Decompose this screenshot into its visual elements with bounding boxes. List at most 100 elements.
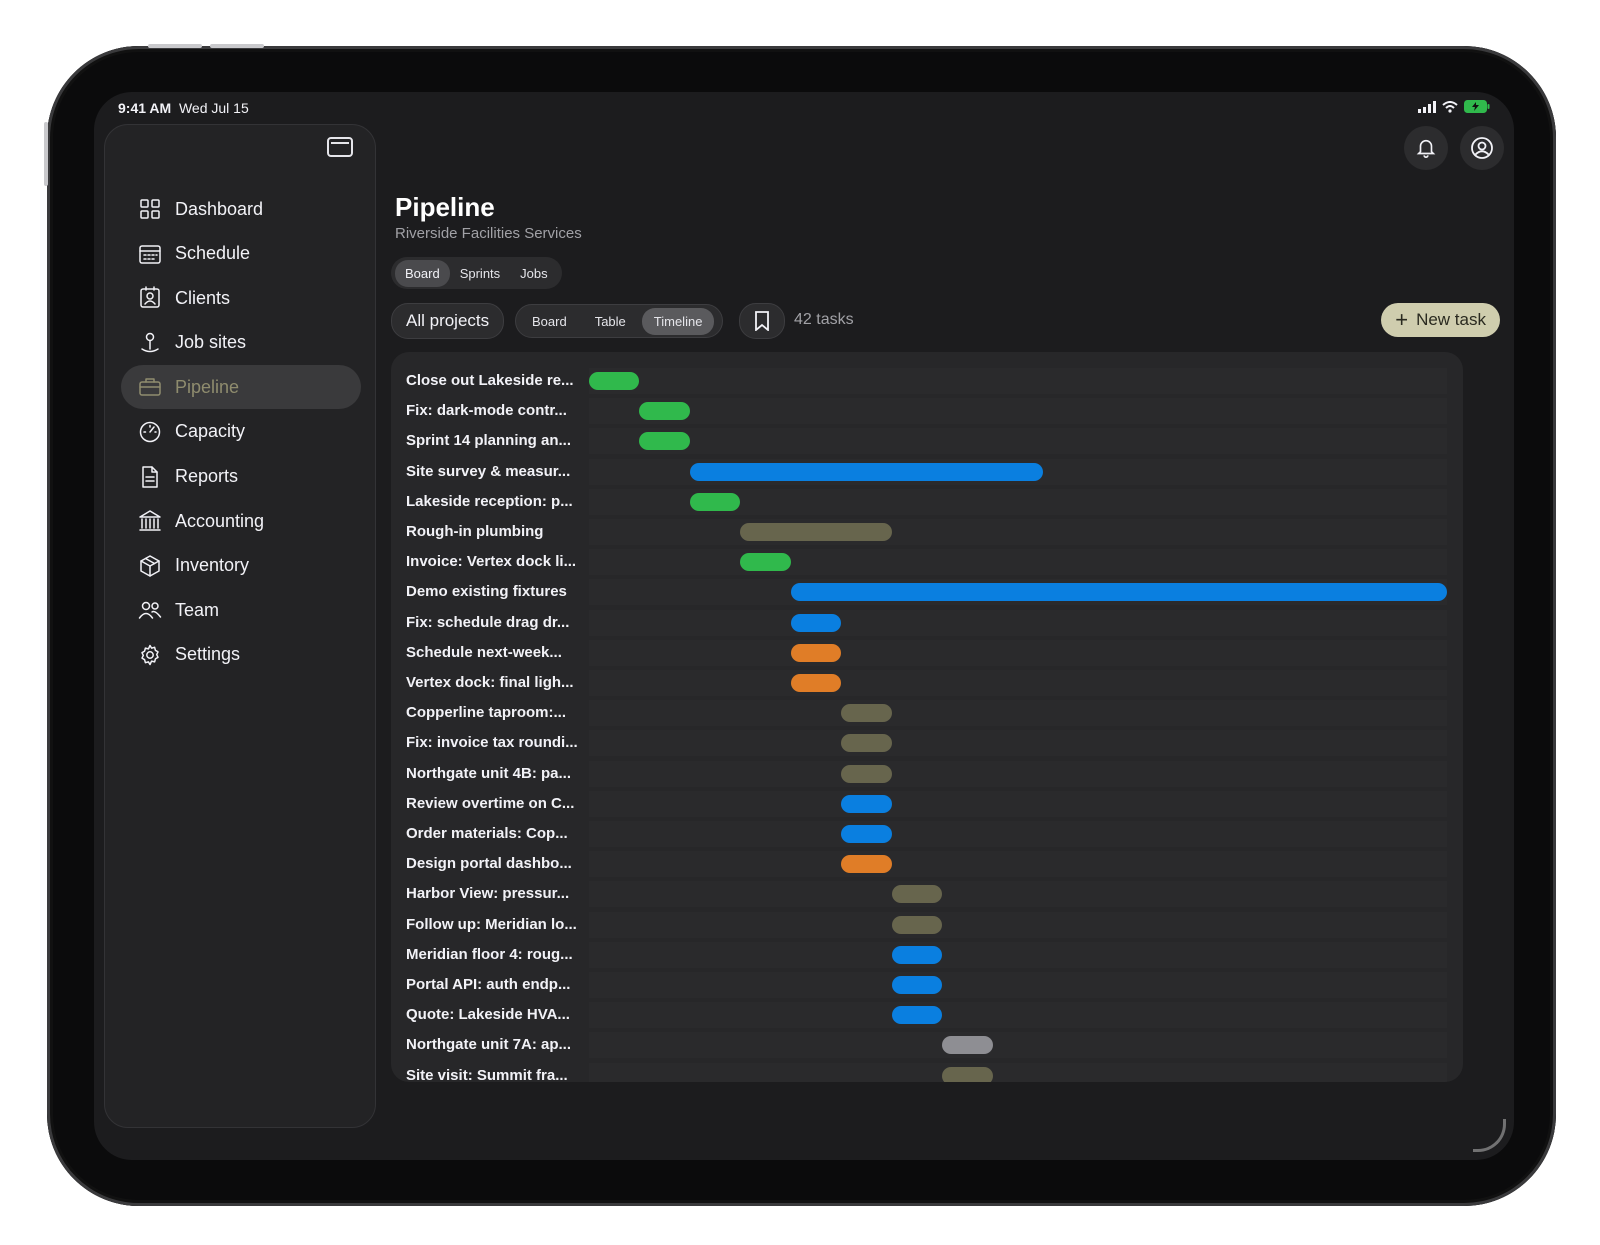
timeline-row[interactable]: Sprint 14 planning an... xyxy=(391,426,1463,456)
timeline-row[interactable]: Quote: Lakeside HVA... xyxy=(391,1000,1463,1030)
timeline-row[interactable]: Site survey & measur... xyxy=(391,457,1463,487)
task-bar[interactable] xyxy=(689,492,741,511)
task-bar[interactable] xyxy=(891,915,943,934)
wifi-icon xyxy=(1442,100,1458,113)
timeline-row[interactable]: Demo existing fixtures xyxy=(391,577,1463,607)
sidebar-item-label: Pipeline xyxy=(175,376,240,397)
timeline-track xyxy=(589,609,1447,636)
timeline-track xyxy=(589,851,1447,878)
timeline-row[interactable]: Invoice: Vertex dock li... xyxy=(391,547,1463,577)
task-bar[interactable] xyxy=(942,1036,993,1055)
page-subtitle: Riverside Facilities Services xyxy=(395,225,582,242)
timeline-track xyxy=(589,579,1447,606)
task-bar[interactable] xyxy=(891,976,943,994)
task-bar[interactable] xyxy=(841,855,892,874)
volume-button xyxy=(210,44,264,48)
task-bar[interactable] xyxy=(841,704,892,723)
layout-board[interactable]: Board xyxy=(520,308,579,335)
task-count: 42 tasks xyxy=(794,311,854,328)
task-bar[interactable] xyxy=(841,764,892,783)
new-task-button[interactable]: + New task xyxy=(1381,303,1500,337)
sidebar-item-inventory[interactable]: Inventory xyxy=(121,544,361,588)
sidebar-nav: Dashboard Schedule Clients Job sites Pipelin… xyxy=(121,187,361,678)
timeline-track xyxy=(589,1062,1447,1082)
sidebar-item-job-sites[interactable]: Job sites xyxy=(121,321,361,365)
timeline-row[interactable]: Design portal dashbo... xyxy=(391,849,1463,879)
status-bar: 9:41 AM Wed Jul 15 xyxy=(118,100,1490,120)
sidebar: Dashboard Schedule Clients Job sites Pipelin… xyxy=(104,124,376,1128)
notifications-button[interactable] xyxy=(1404,126,1448,170)
task-bar[interactable] xyxy=(740,553,791,572)
task-bar[interactable] xyxy=(891,1006,943,1025)
timeline-row[interactable]: Portal API: auth endp... xyxy=(391,970,1463,1000)
layout-table[interactable]: Table xyxy=(583,308,638,335)
timeline-row[interactable]: Fix: schedule drag dr... xyxy=(391,608,1463,638)
task-bar[interactable] xyxy=(891,945,943,964)
sidebar-item-pipeline[interactable]: Pipeline xyxy=(121,365,361,410)
task-label: Rough-in plumbing xyxy=(406,523,544,540)
gauge-icon xyxy=(137,419,163,445)
sidebar-item-team[interactable]: Team xyxy=(121,588,361,632)
task-label: Review overtime on C... xyxy=(406,794,575,812)
timeline-track xyxy=(589,790,1447,817)
page-title: Pipeline xyxy=(395,192,495,222)
task-bar[interactable] xyxy=(689,462,1044,481)
sidebar-toggle-icon[interactable] xyxy=(327,137,353,157)
sidebar-item-reports[interactable]: Reports xyxy=(121,455,361,499)
tab-board[interactable]: Board xyxy=(395,259,450,287)
task-bar[interactable] xyxy=(841,734,892,753)
task-bar[interactable] xyxy=(740,523,892,541)
timeline-row[interactable]: Review overtime on C... xyxy=(391,789,1463,819)
sidebar-item-label: Accounting xyxy=(175,510,265,531)
bookmark-button[interactable] xyxy=(739,303,785,339)
task-bar[interactable] xyxy=(790,643,842,662)
sidebar-item-settings[interactable]: Settings xyxy=(121,633,361,677)
task-bar[interactable] xyxy=(790,613,842,632)
sidebar-item-schedule[interactable]: Schedule xyxy=(121,232,361,276)
task-label: Fix: schedule drag dr... xyxy=(406,613,570,631)
timeline-row[interactable]: Schedule next-week... xyxy=(391,638,1463,668)
timeline-track xyxy=(589,1032,1447,1059)
sidebar-item-clients[interactable]: Clients xyxy=(121,276,361,320)
sidebar-item-dashboard[interactable]: Dashboard xyxy=(121,187,361,231)
timeline-row[interactable]: Follow up: Meridian lo... xyxy=(391,910,1463,940)
sidebar-item-capacity[interactable]: Capacity xyxy=(121,410,361,454)
timeline-row[interactable]: Harbor View: pressur... xyxy=(391,879,1463,909)
timeline-row[interactable]: Lakeside reception: p... xyxy=(391,487,1463,517)
task-label: Copperline taproom:... xyxy=(406,704,567,722)
profile-button[interactable] xyxy=(1460,126,1504,170)
tab-jobs[interactable]: Jobs xyxy=(510,260,557,287)
layout-timeline[interactable]: Timeline xyxy=(641,307,715,335)
timeline-row[interactable]: Order materials: Cop... xyxy=(391,819,1463,849)
task-bar[interactable] xyxy=(639,432,690,451)
timeline-row[interactable]: Northgate unit 4B: pa... xyxy=(391,759,1463,789)
timeline-row[interactable]: Vertex dock: final ligh... xyxy=(391,668,1463,698)
timeline-row[interactable]: Northgate unit 7A: ap... xyxy=(391,1030,1463,1060)
sidebar-item-accounting[interactable]: Accounting xyxy=(121,499,361,543)
timeline-row[interactable]: Site visit: Summit fra... xyxy=(391,1061,1463,1082)
timeline-row[interactable]: Fix: invoice tax roundi... xyxy=(391,728,1463,758)
task-bar[interactable] xyxy=(841,825,892,843)
task-bar[interactable] xyxy=(841,794,892,813)
bank-icon xyxy=(137,508,163,534)
task-bar[interactable] xyxy=(942,1066,993,1082)
volume-button xyxy=(148,44,202,48)
timeline-row[interactable]: Copperline taproom:... xyxy=(391,698,1463,728)
tab-sprints[interactable]: Sprints xyxy=(450,260,510,287)
timeline-row[interactable]: Fix: dark-mode contr... xyxy=(391,396,1463,426)
timeline-row[interactable]: Close out Lakeside re... xyxy=(391,366,1463,396)
task-bar[interactable] xyxy=(790,674,842,692)
task-label: Order materials: Cop... xyxy=(406,825,568,842)
timeline-row[interactable]: Meridian floor 4: roug... xyxy=(391,940,1463,970)
timeline-track xyxy=(589,1002,1447,1029)
timeline-track xyxy=(589,821,1447,847)
timeline-row[interactable]: Rough-in plumbing xyxy=(391,517,1463,547)
task-bar[interactable] xyxy=(639,402,690,421)
task-bar[interactable] xyxy=(891,885,943,904)
people-icon xyxy=(137,597,163,623)
task-bar[interactable] xyxy=(589,372,640,390)
task-bar[interactable] xyxy=(790,583,1447,602)
task-label: Design portal dashbo... xyxy=(406,855,572,873)
status-icons xyxy=(1418,100,1490,113)
project-filter-button[interactable]: All projects xyxy=(391,303,505,339)
